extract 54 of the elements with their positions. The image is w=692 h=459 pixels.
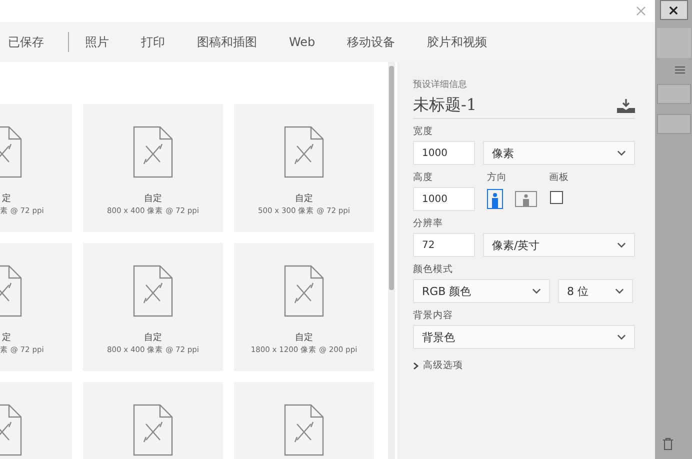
tab[interactable]: Web: [289, 31, 316, 53]
document-icon: [133, 126, 173, 178]
tab[interactable]: 照片: [85, 30, 109, 54]
chevron-right-icon: [413, 362, 419, 370]
advanced-options-toggle[interactable]: 高级选项: [413, 359, 463, 372]
panel-toolbar: [656, 28, 690, 58]
tab[interactable]: 胶片和视频: [427, 30, 488, 54]
save-preset-icon[interactable]: [617, 98, 635, 112]
section-title: 预设详细信息: [413, 78, 468, 91]
preset-name: 自定: [144, 194, 162, 205]
preset-name: 自定: [295, 194, 313, 205]
chevron-down-icon: [617, 242, 626, 248]
bit-depth-dropdown[interactable]: 8 位: [558, 279, 633, 303]
tab[interactable]: 已保存: [8, 30, 44, 54]
menu-icon[interactable]: [674, 66, 684, 74]
document-icon: [133, 265, 173, 317]
field-label: 画板: [549, 171, 569, 184]
close-icon[interactable]: [636, 6, 646, 16]
document-icon: [133, 404, 173, 456]
field-label: 宽度: [413, 125, 434, 138]
field-label: 方向: [487, 171, 508, 184]
preset-name: 自定: [295, 333, 313, 344]
preset-name: 定: [2, 194, 11, 205]
document-icon: [284, 404, 324, 456]
color-mode-dropdown[interactable]: RGB 颜色: [413, 279, 550, 303]
close-icon: [669, 6, 678, 14]
unit-dropdown[interactable]: 像素/英寸: [483, 233, 635, 257]
chevron-down-icon: [615, 288, 624, 294]
scrollbar-thumb[interactable]: [389, 66, 394, 290]
field-label: 颜色模式: [413, 263, 454, 276]
landscape-button[interactable]: [515, 191, 537, 207]
chevron-down-icon: [617, 150, 626, 156]
document-icon: [284, 126, 324, 178]
background-dropdown[interactable]: 背景色: [413, 325, 635, 349]
artboard-checkbox[interactable]: [550, 191, 563, 204]
tab[interactable]: 移动设备: [347, 30, 396, 54]
width-field[interactable]: 1000: [413, 141, 475, 165]
height-field[interactable]: 1000: [413, 187, 475, 211]
close-button[interactable]: [660, 0, 688, 20]
resolution-field[interactable]: 72: [413, 233, 475, 257]
chevron-down-icon: [617, 334, 626, 340]
tab[interactable]: 图稿和插图: [197, 30, 257, 54]
portrait-button[interactable]: [487, 189, 503, 209]
chevron-down-icon: [532, 288, 541, 294]
trash-icon[interactable]: [663, 438, 673, 450]
document-name-field[interactable]: 未标题-1: [413, 95, 477, 116]
field-label: 背景内容: [413, 309, 454, 322]
document-icon: [284, 265, 324, 317]
tab[interactable]: 打印: [141, 30, 165, 54]
field-label: 高度: [413, 171, 434, 184]
unit-dropdown[interactable]: 像素: [483, 141, 635, 165]
field-label: 分辨率: [413, 217, 444, 230]
preset-name: 自定: [144, 333, 162, 344]
preset-name: 定: [2, 333, 11, 344]
